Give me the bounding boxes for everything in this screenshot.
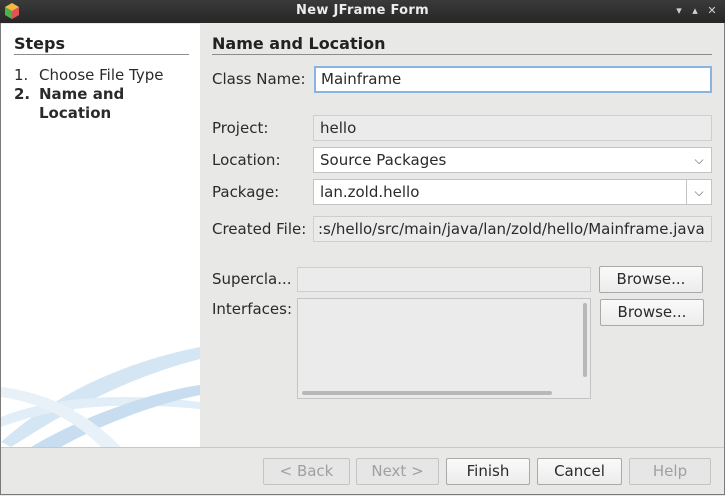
project-label: Project: [212,119,269,137]
interfaces-list[interactable] [297,298,591,399]
interfaces-browse-button[interactable]: Browse... [600,299,704,326]
step-label: Choose File Type [39,66,164,84]
minimize-icon[interactable]: ▾ [672,4,686,18]
title-bar: New JFrame Form ▾ ▴ ✕ [0,0,725,23]
interfaces-label: Interfaces: [212,300,293,318]
class-name-label: Class Name: [212,70,306,88]
steps-panel: Steps 1. Choose File Type 2. Name and Loca… [1,24,200,447]
window-title: New JFrame Form [296,3,429,18]
finish-button[interactable]: Finish [446,458,530,485]
location-value: Source Packages [320,151,447,169]
package-value: lan.zold.hello [320,183,420,201]
maximize-icon[interactable]: ▴ [688,4,702,18]
class-name-input[interactable]: Mainframe [314,66,712,93]
superclass-label: Supercla... [212,270,292,288]
close-icon[interactable]: ✕ [705,4,719,18]
help-button[interactable]: Help [629,458,711,485]
next-button[interactable]: Next > [356,458,439,485]
superclass-field [297,267,591,292]
project-field: hello [313,115,712,141]
decorative-swoosh [1,347,200,447]
superclass-browse-button[interactable]: Browse... [599,266,703,293]
created-file-label: Created File: [212,220,307,238]
chevron-down-icon[interactable]: ⌵ [686,180,711,204]
panel-title: Name and Location [212,34,386,53]
step-label-cont: Location [39,104,112,122]
cancel-button[interactable]: Cancel [537,458,622,485]
step-number: 2. [14,85,31,103]
steps-divider [14,54,189,55]
vertical-scrollbar[interactable] [583,303,587,377]
steps-heading: Steps [14,34,65,53]
step-number: 1. [14,66,29,84]
step-name-and-location: 2. Name and Location [14,85,124,123]
back-button[interactable]: < Back [263,458,350,485]
step-label: Name and [39,85,125,103]
location-label: Location: [212,151,281,169]
package-label: Package: [212,183,280,201]
horizontal-scrollbar[interactable] [302,391,552,395]
panel-divider [212,54,712,55]
button-bar-divider [1,447,724,448]
package-combobox[interactable]: lan.zold.hello ⌵ [313,179,712,205]
location-dropdown[interactable]: Source Packages ⌵ [313,147,712,173]
step-choose-file-type: 1. Choose File Type [14,66,163,85]
chevron-down-icon[interactable]: ⌵ [687,148,711,172]
created-file-field: :s/hello/src/main/java/lan/zold/hello/Ma… [313,216,712,242]
